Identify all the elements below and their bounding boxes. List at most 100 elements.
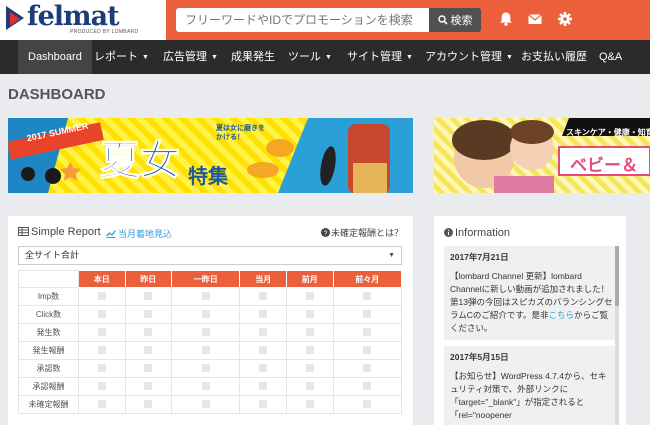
nav-report[interactable]: レポート ▼ [94, 40, 149, 74]
masked-value [363, 381, 372, 390]
felmat-logo[interactable]: felmat PRODUCED BY LOMBARD [0, 0, 166, 40]
table-cell [78, 341, 126, 360]
site-select-value: 全サイト合計 [25, 250, 80, 260]
masked-value [305, 291, 314, 300]
masked-value [201, 399, 210, 408]
masked-value [305, 309, 314, 318]
summer-campaign-banner[interactable]: 2017 SUMMER 夏女 特集 夏は女に磨きをかける！ [8, 118, 413, 193]
baby-campaign-banner[interactable]: スキンケア・健康・知育 ベビー＆ [434, 118, 650, 193]
information-scrollbar[interactable] [615, 246, 619, 425]
nav-tools[interactable]: ツール ▼ [288, 40, 332, 74]
table-cell [124, 341, 173, 360]
masked-value [259, 309, 268, 318]
table-cell [78, 323, 126, 342]
table-cell [286, 359, 334, 378]
line-chart-icon [106, 230, 117, 238]
table-cell [286, 305, 334, 324]
table-header-row: 本日 昨日 一昨日 当月 前月 前々月 [18, 270, 403, 288]
row-label: Imp数 [18, 287, 79, 306]
table-row: 承認数 [18, 359, 403, 378]
table-cell [171, 287, 241, 306]
chevron-down-icon: ▼ [506, 54, 513, 61]
simple-report-table: 本日 昨日 一昨日 当月 前月 前々月 Imp数 Click数 発生数 発生報酬 承認数… [18, 270, 403, 414]
masked-value [363, 327, 372, 336]
info-date: 2017年5月15日 [450, 352, 509, 362]
masked-value [97, 291, 106, 300]
table-cell [286, 395, 334, 414]
nav-dashboard[interactable]: Dashboard [18, 40, 92, 74]
table-cell [239, 395, 288, 414]
table-cell [332, 287, 403, 306]
simple-report-title: Simple Report [18, 226, 101, 238]
table-row: 未確定報酬 [18, 395, 403, 414]
table-row: 発生報酬 [18, 341, 403, 360]
row-label: 発生数 [18, 323, 79, 342]
masked-value [201, 327, 210, 336]
table-cell [286, 341, 334, 360]
table-cell [171, 395, 241, 414]
table-cell [124, 377, 173, 396]
table-cell [124, 395, 173, 414]
masked-value [259, 399, 268, 408]
nav-site-management[interactable]: サイト管理 ▼ [347, 40, 413, 74]
masked-value [97, 381, 106, 390]
gear-icon[interactable] [557, 11, 573, 27]
chevron-down-icon: ▼ [211, 54, 218, 61]
page-title: DASHBOARD [8, 86, 106, 103]
masked-value [97, 399, 106, 408]
table-cell [124, 323, 173, 342]
masked-value [97, 363, 106, 372]
masked-value [144, 399, 153, 408]
table-row: Click数 [18, 305, 403, 324]
table-cell [286, 377, 334, 396]
table-cell [239, 305, 288, 324]
table-cell [286, 287, 334, 306]
masked-value [97, 327, 106, 336]
unconfirmed-help-link[interactable]: ? 未確定報酬とは？ [320, 226, 403, 239]
nav-qa[interactable]: Q&A [599, 40, 622, 74]
masked-value [144, 345, 153, 354]
nav-results[interactable]: 成果発生 [231, 40, 275, 74]
search-button-label: 検索 [450, 15, 473, 27]
masked-value [305, 363, 314, 372]
table-icon [18, 227, 29, 236]
masked-value [305, 399, 314, 408]
table-cell [332, 305, 403, 324]
info-link[interactable]: こちら [549, 310, 575, 320]
col-this-month: 当月 [239, 270, 288, 288]
site-select[interactable]: 全サイト合計 ▼ [18, 246, 402, 265]
banner2-category: スキンケア・健康・知育 [566, 128, 650, 137]
table-cell [78, 377, 126, 396]
search-button[interactable]: 検索 [429, 8, 481, 32]
nav-payment-history[interactable]: お支払い履歴 [521, 40, 587, 74]
main-nav: Dashboard レポート ▼ 広告管理 ▼ 成果発生 ツール ▼ サイト管理 ▼ ア… [0, 40, 650, 74]
search-input[interactable] [176, 8, 429, 32]
bell-icon[interactable] [498, 11, 514, 27]
masked-value [305, 327, 314, 336]
masked-value [305, 381, 314, 390]
masked-value [201, 309, 210, 318]
masked-value [144, 309, 153, 318]
masked-value [201, 381, 210, 390]
mail-icon[interactable] [527, 11, 543, 27]
masked-value [144, 363, 153, 372]
nav-ad-management[interactable]: 広告管理 ▼ [163, 40, 218, 74]
table-header-blank [18, 270, 79, 288]
masked-value [259, 381, 268, 390]
masked-value [201, 345, 210, 354]
info-item: 2017年7月21日 【lombard Channel 更新】lombard C… [444, 246, 619, 340]
chevron-down-icon: ▼ [406, 54, 413, 61]
row-label: 発生報酬 [18, 341, 79, 360]
col-day-before: 一昨日 [171, 270, 241, 288]
table-cell [171, 323, 241, 342]
header-bar: felmat PRODUCED BY LOMBARD 検索 [0, 0, 650, 40]
table-cell [124, 359, 173, 378]
masked-value [259, 327, 268, 336]
nav-account-management[interactable]: アカウント管理 ▼ [425, 40, 513, 74]
table-cell [78, 305, 126, 324]
information-list[interactable]: 2017年7月21日 【lombard Channel 更新】lombard C… [444, 246, 619, 425]
table-cell [332, 377, 403, 396]
forecast-link[interactable]: 当月着地見込 [106, 227, 172, 240]
row-label: 未確定報酬 [18, 395, 79, 414]
search-icon [437, 15, 448, 25]
